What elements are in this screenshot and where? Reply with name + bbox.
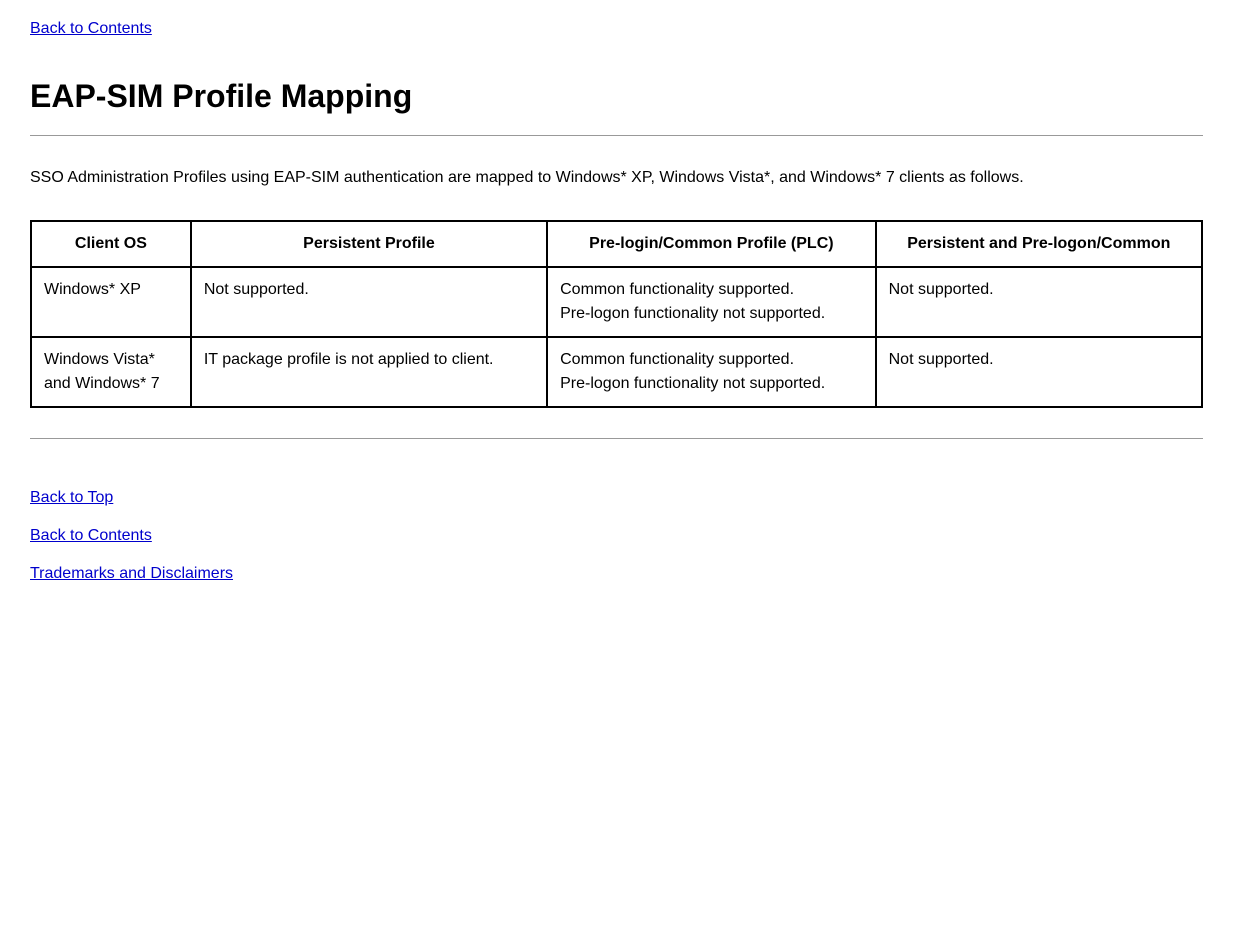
back-to-top-link[interactable]: Back to Top (30, 489, 113, 507)
header-persistent-profile: Persistent Profile (191, 221, 547, 267)
description-text: SSO Administration Profiles using EAP-SI… (30, 166, 1203, 190)
table-row: Windows Vista*and Windows* 7IT package p… (31, 337, 1202, 407)
cell-plc: Common functionality supported.Pre-logon… (547, 267, 876, 337)
cell-persistent-prelogon: Not supported. (876, 267, 1202, 337)
trademarks-disclaimers-link[interactable]: Trademarks and Disclaimers (30, 565, 233, 583)
bottom-rule (30, 438, 1203, 439)
header-client-os: Client OS (31, 221, 191, 267)
back-to-contents-top-link[interactable]: Back to Contents (30, 20, 152, 38)
top-rule (30, 135, 1203, 136)
header-plc: Pre-login/Common Profile (PLC) (547, 221, 876, 267)
cell-persistent-prelogon: Not supported. (876, 337, 1202, 407)
header-persistent-prelogon: Persistent and Pre-logon/Common (876, 221, 1202, 267)
cell-persistent-profile: IT package profile is not applied to cli… (191, 337, 547, 407)
profile-mapping-table: Client OS Persistent Profile Pre-login/C… (30, 220, 1203, 408)
table-row: Windows* XPNot supported.Common function… (31, 267, 1202, 337)
table-header-row: Client OS Persistent Profile Pre-login/C… (31, 221, 1202, 267)
page-title: EAP-SIM Profile Mapping (30, 78, 1203, 115)
cell-client-os: Windows Vista*and Windows* 7 (31, 337, 191, 407)
cell-plc: Common functionality supported.Pre-logon… (547, 337, 876, 407)
cell-persistent-profile: Not supported. (191, 267, 547, 337)
cell-client-os: Windows* XP (31, 267, 191, 337)
back-to-contents-bottom-link[interactable]: Back to Contents (30, 527, 152, 545)
